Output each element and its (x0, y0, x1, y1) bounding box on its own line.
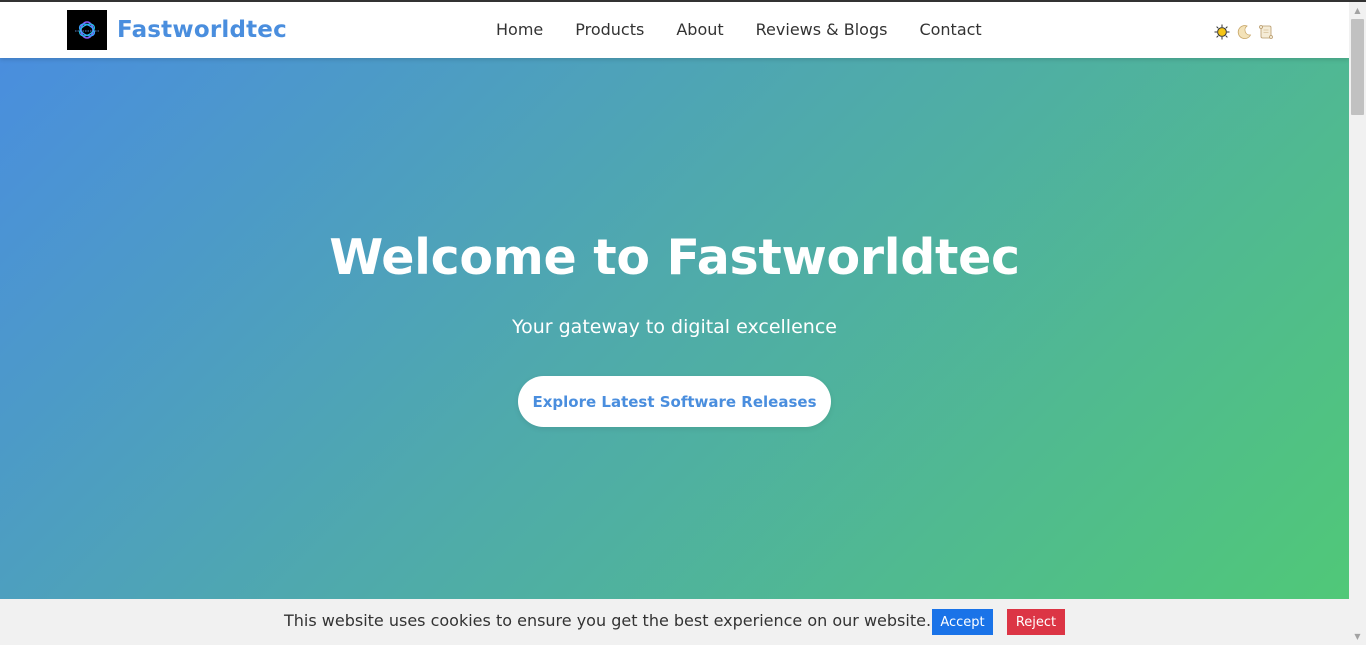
hero-title: Welcome to Fastworldtec (329, 229, 1020, 286)
nav-products[interactable]: Products (575, 18, 644, 42)
nav-contact[interactable]: Contact (919, 18, 981, 42)
brand-name[interactable]: Fastworldtec (117, 14, 287, 46)
logo-emblem-icon (75, 21, 99, 39)
main-nav: Home Products About Reviews & Blogs Cont… (496, 18, 1014, 42)
browser-viewport: Fastworldtec Home Products About Reviews… (0, 0, 1366, 645)
nav-reviews-blogs[interactable]: Reviews & Blogs (756, 18, 888, 42)
moon-icon[interactable] (1236, 24, 1252, 40)
scrollbar-thumb[interactable] (1351, 19, 1364, 115)
sun-icon[interactable] (1214, 24, 1230, 40)
scroll-icon[interactable] (1258, 24, 1274, 40)
cookie-reject-button[interactable]: Reject (1007, 609, 1065, 635)
hero-subtitle: Your gateway to digital excellence (512, 316, 837, 338)
nav-about[interactable]: About (676, 18, 723, 42)
explore-releases-button[interactable]: Explore Latest Software Releases (518, 376, 831, 427)
site-header: Fastworldtec Home Products About Reviews… (0, 2, 1349, 58)
theme-switcher (1214, 24, 1274, 40)
page-scrollbar[interactable]: ▲ ▼ (1349, 2, 1366, 645)
hero-section: Welcome to Fastworldtec Your gateway to … (0, 58, 1349, 599)
cookie-accept-button[interactable]: Accept (932, 609, 993, 635)
nav-home[interactable]: Home (496, 18, 543, 42)
scroll-down-arrow-icon[interactable]: ▼ (1349, 628, 1366, 645)
site-logo[interactable] (67, 10, 107, 50)
cookie-message: This website uses cookies to ensure you … (284, 611, 932, 630)
scroll-up-arrow-icon[interactable]: ▲ (1349, 2, 1366, 19)
cookie-consent-bar: This website uses cookies to ensure you … (0, 599, 1349, 645)
